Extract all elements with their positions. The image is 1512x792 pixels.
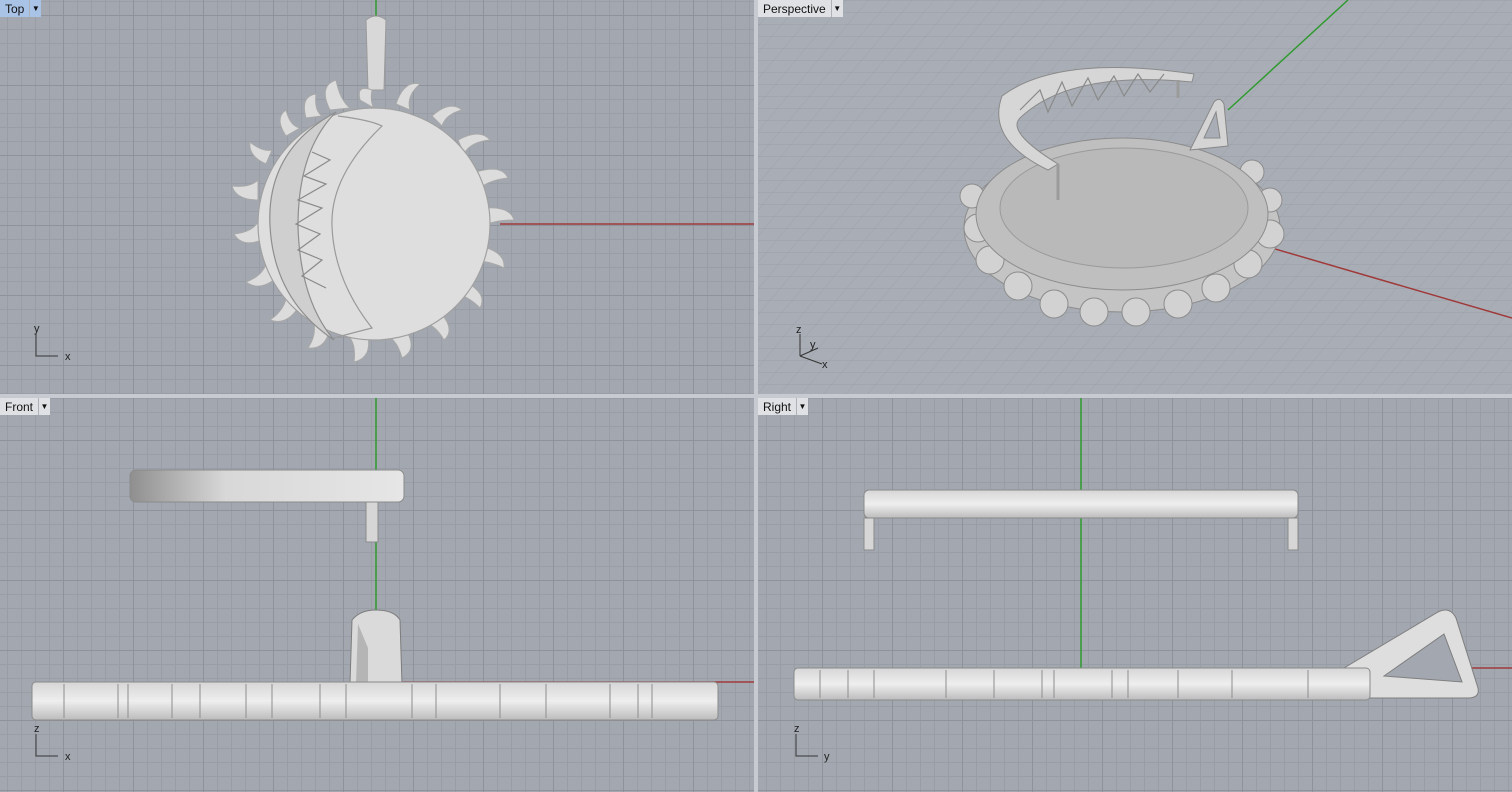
- svg-text:z: z: [796, 324, 802, 336]
- triangle-down-icon[interactable]: ▼: [831, 0, 843, 17]
- top-view-canvas: y x: [34, 0, 754, 363]
- viewport-perspective[interactable]: Perspective ▼ z y x: [758, 0, 1512, 394]
- viewport-title: Top: [0, 0, 31, 17]
- moon-crescent: [863, 489, 1299, 519]
- right-view-canvas: z y: [793, 398, 1512, 763]
- svg-text:x: x: [65, 351, 71, 363]
- perspective-view-canvas: z y x: [758, 0, 1512, 394]
- viewport-tab-right[interactable]: Right ▼: [758, 398, 809, 415]
- svg-text:z: z: [794, 723, 800, 735]
- viewport-title: Right: [758, 398, 798, 415]
- pendant-bail: [365, 15, 387, 91]
- pendant-face: [999, 147, 1249, 269]
- viewport-tab-front[interactable]: Front ▼: [0, 398, 51, 415]
- crescent-post-right: [1287, 517, 1299, 551]
- triangle-down-icon[interactable]: ▼: [30, 0, 42, 17]
- pendant-base: [793, 667, 1371, 701]
- axis-gizmo: y x: [34, 323, 71, 363]
- pendant-base: [31, 681, 719, 721]
- viewport-front[interactable]: Front ▼ z x: [0, 398, 754, 792]
- viewport-tab-perspective[interactable]: Perspective ▼: [758, 0, 843, 17]
- svg-text:x: x: [822, 359, 828, 371]
- triangle-down-icon[interactable]: ▼: [39, 398, 51, 415]
- viewport-title: Front: [0, 398, 40, 415]
- svg-text:z: z: [34, 723, 40, 735]
- svg-text:y: y: [810, 339, 816, 351]
- axis-gizmo: z y: [794, 723, 830, 763]
- crescent-post: [365, 501, 379, 543]
- viewport-tab-top[interactable]: Top ▼: [0, 0, 42, 17]
- viewport-title: Perspective: [758, 0, 832, 17]
- triangle-down-icon[interactable]: ▼: [797, 398, 809, 415]
- viewport-right[interactable]: Right ▼ z y: [758, 398, 1512, 792]
- viewport-top[interactable]: Top ▼ y x: [0, 0, 754, 394]
- svg-text:y: y: [34, 323, 40, 335]
- moon-crescent: [129, 469, 405, 503]
- front-view-canvas: z x: [31, 398, 754, 763]
- crescent-post-left: [863, 517, 875, 551]
- axis-gizmo: z x: [34, 723, 71, 763]
- svg-text:y: y: [824, 751, 830, 763]
- svg-text:x: x: [65, 751, 71, 763]
